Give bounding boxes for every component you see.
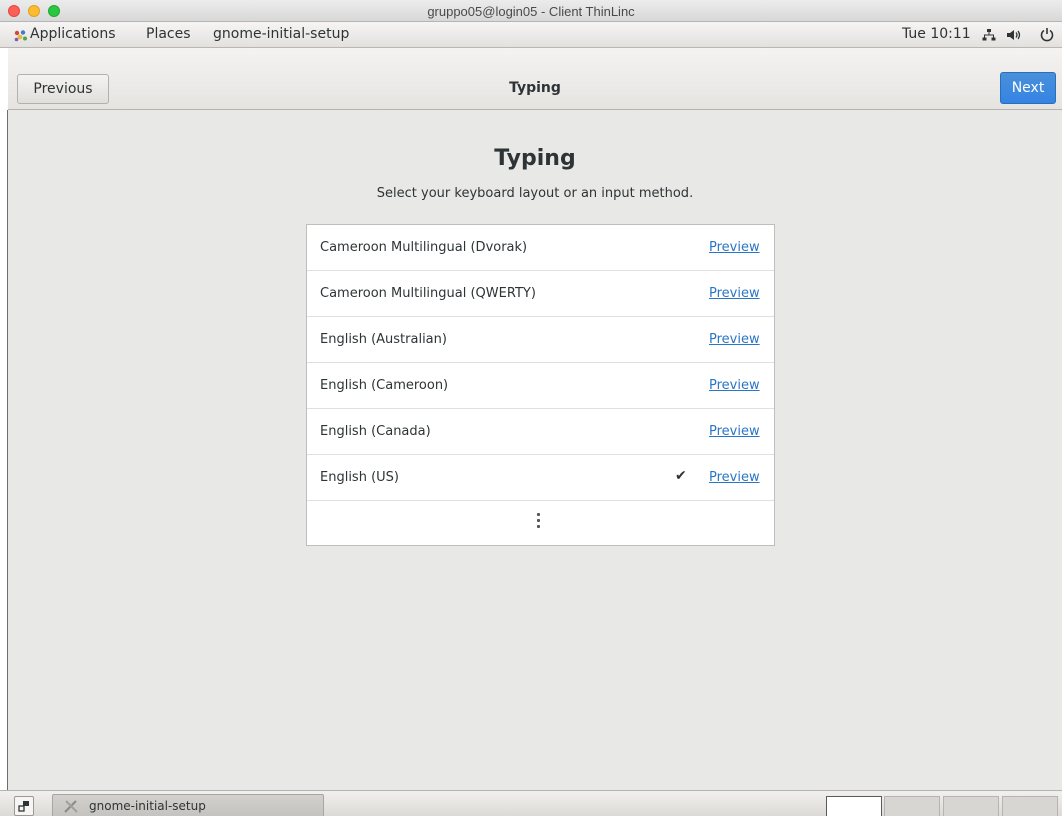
header-bar: Previous Typing Next [8, 48, 1062, 110]
top-panel: Applications Places gnome-initial-setup … [0, 22, 1062, 48]
layout-name: Cameroon Multilingual (QWERTY) [320, 286, 536, 301]
preview-link[interactable]: Preview [709, 424, 760, 439]
main-content: Typing Select your keyboard layout or an… [8, 110, 1062, 790]
power-icon[interactable] [1040, 27, 1054, 46]
layout-name: English (Australian) [320, 332, 447, 347]
layout-name: English (Canada) [320, 424, 431, 439]
layout-name: English (US) [320, 470, 399, 485]
setup-tool-icon [64, 800, 78, 813]
window-titlebar: gruppo05@login05 - Client ThinLinc [0, 0, 1062, 22]
volume-icon[interactable] [1006, 28, 1022, 46]
page-subtitle: Select your keyboard layout or an input … [376, 186, 694, 201]
page-title: Typing [494, 146, 576, 171]
bottom-taskbar: gnome-initial-setup [0, 790, 1062, 816]
more-dots-icon [535, 513, 541, 531]
show-desktop-icon [18, 801, 29, 812]
preview-link[interactable]: Preview [709, 332, 760, 347]
workspace-1[interactable] [826, 796, 882, 816]
workspace-2[interactable] [884, 796, 940, 816]
keyboard-layout-list: Cameroon Multilingual (Dvorak) Preview C… [306, 224, 775, 546]
network-icon[interactable] [982, 28, 996, 46]
layout-row[interactable]: English (Cameroon) Preview [307, 363, 774, 409]
more-layouts-button[interactable] [307, 503, 774, 545]
header-title: Typing [509, 80, 561, 96]
layout-row-selected[interactable]: English (US) ✔ Preview [307, 455, 774, 501]
layout-name: Cameroon Multilingual (Dvorak) [320, 240, 528, 255]
applications-icon [14, 30, 27, 42]
taskbar-window-label: gnome-initial-setup [89, 799, 206, 813]
window-left-edge [0, 110, 8, 790]
layout-row[interactable]: Cameroon Multilingual (QWERTY) Preview [307, 271, 774, 317]
places-menu[interactable]: Places [146, 26, 191, 42]
layout-name: English (Cameroon) [320, 378, 449, 393]
preview-link[interactable]: Preview [709, 470, 760, 485]
next-button[interactable]: Next [1000, 72, 1056, 104]
workspace-3[interactable] [943, 796, 999, 816]
taskbar-window-button[interactable]: gnome-initial-setup [52, 794, 324, 816]
preview-link[interactable]: Preview [709, 286, 760, 301]
preview-link[interactable]: Preview [709, 378, 760, 393]
workspace-4[interactable] [1002, 796, 1058, 816]
layout-row[interactable]: English (Australian) Preview [307, 317, 774, 363]
layout-row[interactable]: Cameroon Multilingual (Dvorak) Preview [307, 225, 774, 271]
clock[interactable]: Tue 10:11 [902, 26, 971, 42]
active-app-menu[interactable]: gnome-initial-setup [213, 26, 349, 42]
checkmark-icon: ✔ [675, 468, 687, 484]
layout-row[interactable]: English (Canada) Preview [307, 409, 774, 455]
preview-link[interactable]: Preview [709, 240, 760, 255]
applications-menu[interactable]: Applications [30, 26, 116, 42]
window-title: gruppo05@login05 - Client ThinLinc [427, 4, 635, 19]
show-desktop-button[interactable] [14, 796, 34, 816]
